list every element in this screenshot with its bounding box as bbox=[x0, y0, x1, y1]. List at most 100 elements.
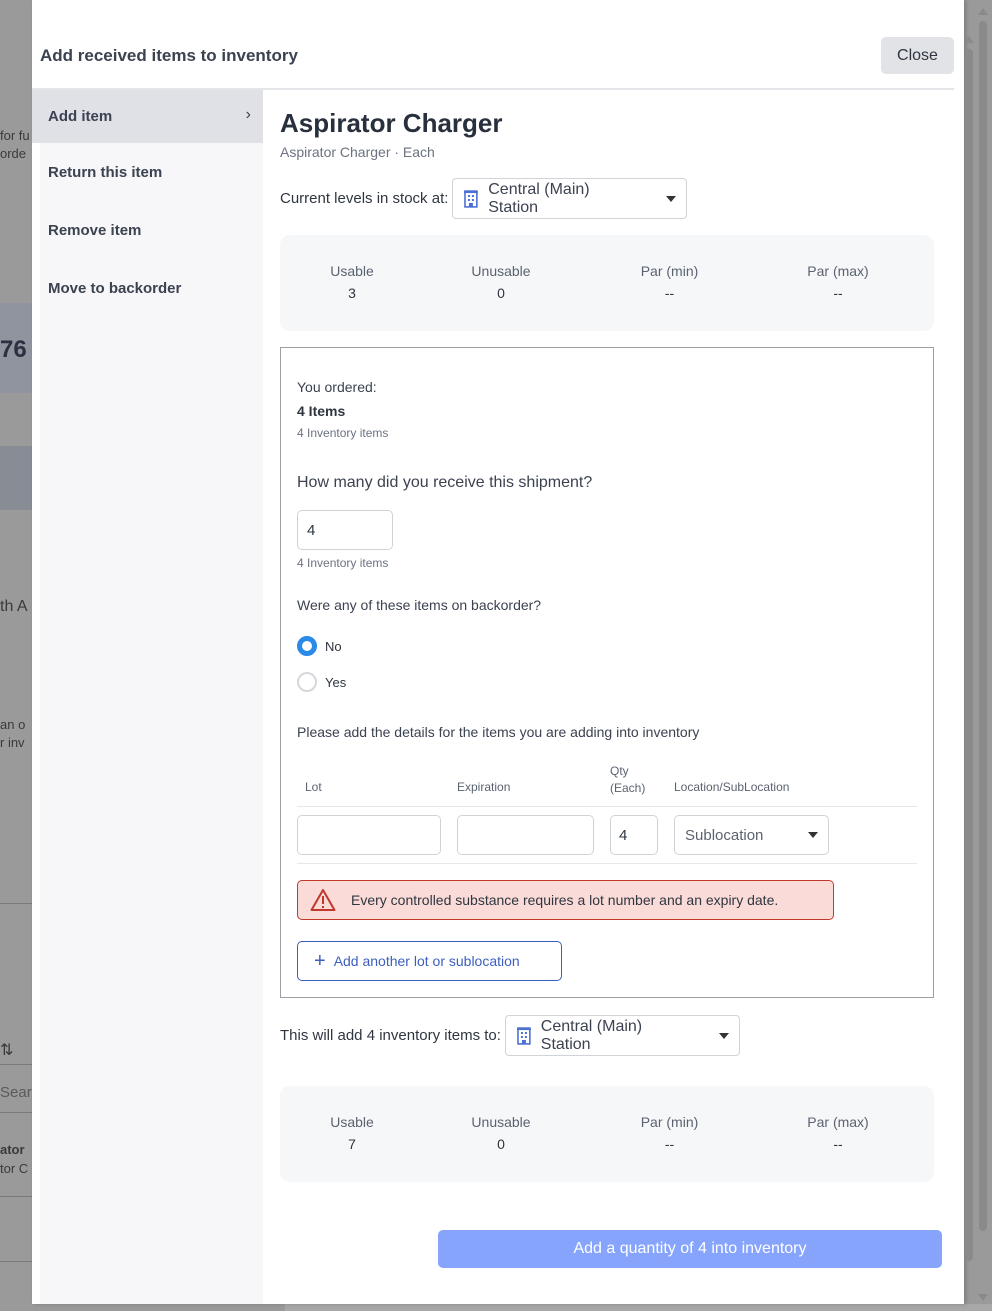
page-scrollbar[interactable] bbox=[978, 5, 988, 1301]
level-value: -- bbox=[664, 285, 675, 301]
level-label: Usable bbox=[330, 263, 374, 279]
level-label: Par (min) bbox=[640, 263, 699, 279]
received-quantity-input[interactable] bbox=[297, 510, 393, 550]
add-lot-button[interactable]: + Add another lot or sublocation bbox=[297, 941, 562, 981]
level-unusable: Unusable 0 bbox=[424, 263, 578, 331]
destination-location-select[interactable]: Central (Main) Station bbox=[504, 1015, 740, 1056]
details-prompt: Please add the details for the items you… bbox=[297, 724, 700, 740]
modal-title: Add received items to inventory bbox=[40, 46, 298, 65]
sidebar-item-label: Return this item bbox=[48, 163, 163, 181]
column-location: Location/SubLocation bbox=[674, 780, 790, 794]
scrollbar-thumb[interactable] bbox=[979, 21, 987, 1231]
caret-down-icon bbox=[808, 832, 818, 838]
building-icon bbox=[464, 189, 479, 208]
sublocation-select[interactable]: Sublocation bbox=[674, 815, 829, 855]
sublocation-placeholder: Sublocation bbox=[685, 826, 764, 844]
sidebar-item-add-item[interactable]: Add item › bbox=[32, 90, 263, 143]
bg-text: for fu bbox=[0, 128, 30, 143]
add-lot-label: Add another lot or sublocation bbox=[333, 953, 520, 969]
warning-triangle-icon bbox=[310, 889, 336, 911]
destination-location-row: This will add 4 inventory items to: Cent… bbox=[280, 1015, 740, 1056]
level-par-min: Par (min) -- bbox=[578, 1114, 761, 1182]
radio-label: No bbox=[325, 638, 342, 654]
radio-label: Yes bbox=[325, 674, 347, 690]
sidebar-item-label: Add item bbox=[48, 108, 113, 125]
level-unusable: Unusable 0 bbox=[424, 1114, 578, 1182]
received-question: How many did you receive this shipment? bbox=[297, 474, 593, 491]
backorder-yes-radio[interactable]: Yes bbox=[297, 672, 346, 692]
level-label: Par (min) bbox=[640, 1114, 699, 1130]
bg-number: 76 bbox=[0, 336, 27, 363]
alert-message: Every controlled substance requires a lo… bbox=[351, 892, 779, 908]
level-label: Unusable bbox=[471, 263, 531, 279]
expiration-input[interactable] bbox=[457, 815, 594, 855]
action-sidebar: Add item › Return this item Remove item … bbox=[32, 90, 263, 1304]
column-expiration: Expiration bbox=[457, 780, 511, 794]
lot-input[interactable] bbox=[297, 815, 441, 855]
level-value: -- bbox=[833, 285, 843, 301]
lot-quantity-input[interactable] bbox=[610, 815, 658, 855]
bg-footer bbox=[285, 1304, 992, 1311]
sidebar-item-remove-item[interactable]: Remove item bbox=[40, 201, 263, 259]
bg-text: tor C bbox=[0, 1161, 29, 1176]
caret-down-icon bbox=[718, 1032, 729, 1039]
item-subtitle: Aspirator Charger · Each bbox=[280, 144, 435, 160]
backorder-no-radio[interactable]: No bbox=[297, 636, 342, 656]
caret-down-icon bbox=[666, 195, 677, 202]
ordered-label: You ordered: bbox=[297, 379, 377, 395]
ordered-items: 4 Items bbox=[297, 403, 346, 419]
building-icon bbox=[516, 1026, 531, 1045]
stock-location-select[interactable]: Central (Main) Station bbox=[452, 178, 688, 219]
destination-label: This will add 4 inventory items to: bbox=[280, 1027, 501, 1044]
sidebar-item-label: Remove item bbox=[48, 221, 142, 239]
level-value: -- bbox=[664, 1136, 675, 1152]
sidebar-item-move-to-backorder[interactable]: Move to backorder bbox=[40, 259, 263, 317]
bg-text: r inv bbox=[0, 735, 25, 750]
sidebar-item-return-item[interactable]: Return this item bbox=[40, 143, 263, 201]
level-par-max: Par (max) -- bbox=[761, 263, 915, 331]
scroll-up-icon[interactable] bbox=[978, 8, 988, 15]
received-inventory-count: 4 Inventory items bbox=[297, 556, 389, 570]
stock-location-label: Current levels in stock at: bbox=[280, 190, 449, 207]
scroll-down-icon[interactable] bbox=[978, 1294, 988, 1301]
level-label: Par (max) bbox=[807, 1114, 869, 1130]
sidebar-item-label: Move to backorder bbox=[48, 279, 182, 297]
level-value: 0 bbox=[497, 285, 505, 301]
add-to-inventory-button[interactable]: Add a quantity of 4 into inventory bbox=[438, 1230, 942, 1268]
level-label: Unusable bbox=[471, 1114, 531, 1130]
level-value: 7 bbox=[348, 1136, 356, 1152]
lot-table-header: Lot Expiration Qty (Each) Location/SubLo… bbox=[297, 764, 917, 807]
level-value: 0 bbox=[497, 1136, 505, 1152]
level-usable: Usable 7 bbox=[280, 1114, 424, 1182]
level-label: Par (max) bbox=[807, 263, 869, 279]
column-qty: Qty bbox=[610, 764, 629, 778]
scroll-up-icon[interactable] bbox=[964, 36, 974, 43]
close-button[interactable]: Close bbox=[881, 37, 954, 74]
backorder-question: Were any of these items on backorder? bbox=[297, 597, 542, 613]
column-qty-unit: (Each) bbox=[610, 781, 646, 795]
projected-stock-levels: Usable 7 Unusable 0 Par (min) -- Par (ma… bbox=[280, 1086, 934, 1182]
controlled-substance-alert: Every controlled substance requires a lo… bbox=[297, 880, 834, 920]
bg-text: orde bbox=[0, 146, 27, 161]
level-usable: Usable 3 bbox=[280, 263, 424, 331]
item-title: Aspirator Charger bbox=[280, 108, 503, 138]
modal-scrollbar[interactable] bbox=[964, 33, 974, 1261]
level-value: -- bbox=[833, 1136, 843, 1152]
current-stock-levels: Usable 3 Unusable 0 Par (min) -- Par (ma… bbox=[280, 235, 934, 331]
plus-icon: + bbox=[314, 950, 326, 972]
level-label: Usable bbox=[330, 1114, 374, 1130]
stock-location-row: Current levels in stock at: Central (Mai… bbox=[280, 178, 688, 219]
stock-location-value: Central (Main) Station bbox=[488, 180, 590, 216]
scrollbar-thumb[interactable] bbox=[965, 49, 973, 1261]
level-par-min: Par (min) -- bbox=[578, 263, 761, 331]
radio-checked-icon[interactable] bbox=[297, 636, 317, 656]
receive-order-form: You ordered: 4 Items 4 Inventory items H… bbox=[280, 347, 934, 998]
bg-text: ator bbox=[0, 1142, 25, 1157]
level-value: 3 bbox=[348, 285, 356, 301]
level-par-max: Par (max) -- bbox=[761, 1114, 915, 1182]
radio-unchecked-icon[interactable] bbox=[297, 672, 317, 692]
modal-header: Add received items to inventory Close bbox=[32, 0, 954, 90]
add-received-items-modal: Add received items to inventory Close Ad… bbox=[32, 0, 964, 1304]
bg-text: th A bbox=[0, 598, 28, 615]
chevron-right-icon: › bbox=[245, 106, 251, 123]
